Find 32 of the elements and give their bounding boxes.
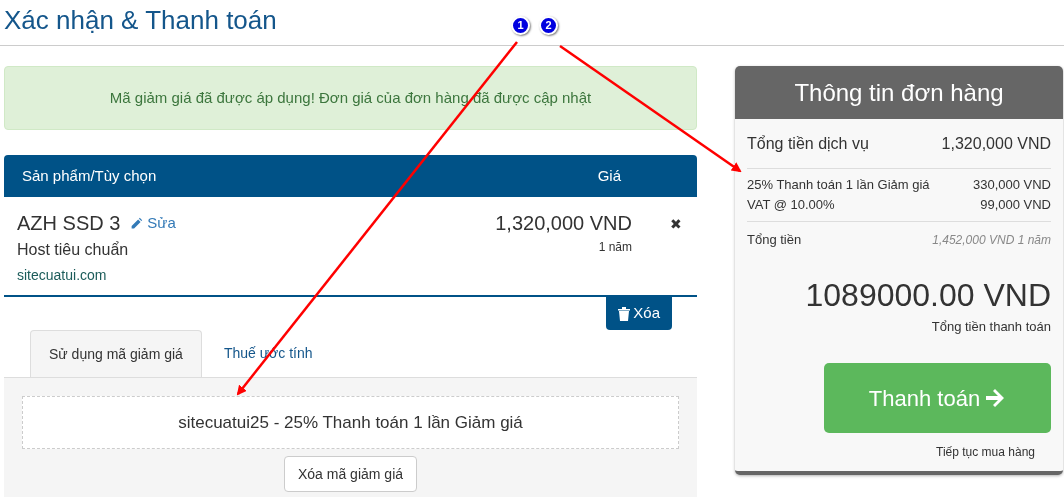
step-marker: 1 <box>511 16 530 35</box>
subtotal-label: Tổng tiền dịch vụ <box>747 134 869 154</box>
edit-link[interactable]: Sửa <box>130 211 176 235</box>
step-marker: 2 <box>539 16 558 35</box>
adjustment-value: 330,000 VND <box>972 176 1051 194</box>
subtotal-value: 1,320,000 VND <box>941 134 1051 154</box>
page-title: Xác nhận & Thanh toán <box>4 4 277 36</box>
continue-shopping-link[interactable]: Tiếp tục mua hàng <box>936 443 1035 461</box>
product-name: AZH SSD 3 <box>17 211 121 235</box>
product-price: 1,320,000 VND <box>495 211 632 235</box>
total-label: Tổng tiền thanh toán <box>931 317 1051 336</box>
arrow-right-icon <box>986 389 1007 407</box>
pencil-icon <box>130 216 144 230</box>
adjustment-value: 99,000 VND <box>980 196 1051 214</box>
total-amount: 1089000.00 VND <box>805 275 1051 314</box>
column-header: Giá <box>597 165 621 186</box>
column-header: Sản phẩm/Tùy chọn <box>22 165 157 186</box>
success-alert: Mã giảm giá đã được áp dụng! Đơn giá của đơn hàng đã được cập nhật <box>4 66 697 130</box>
adjustment-label: 25% Thanh toán 1 lần Giảm giá <box>747 176 930 194</box>
applied-promo-code: sitecuatui25 - 25% Thanh toán 1 lần Giảm giá <box>22 396 679 449</box>
adjustment-label: VAT @ 10.00% <box>747 196 835 214</box>
billing-cycle: 1 năm <box>598 239 632 256</box>
remove-promo-button[interactable]: Xóa mã giảm giá <box>283 456 418 492</box>
recurring-value: 1,452,000 VND 1 năm <box>932 231 1051 249</box>
trash-icon <box>618 306 631 321</box>
tab[interactable]: Sử dụng mã giảm giá <box>30 330 202 377</box>
recurring-label: Tổng tiền <box>747 231 802 249</box>
product-group: Host tiêu chuẩn <box>17 238 129 262</box>
summary-title: Thông tin đơn hàng <box>794 77 1004 108</box>
domain-text: sitecuatui.com <box>17 266 107 285</box>
remove-button[interactable]: ✖ <box>670 214 682 235</box>
clear-cart-button[interactable]: Xóa <box>606 297 672 330</box>
